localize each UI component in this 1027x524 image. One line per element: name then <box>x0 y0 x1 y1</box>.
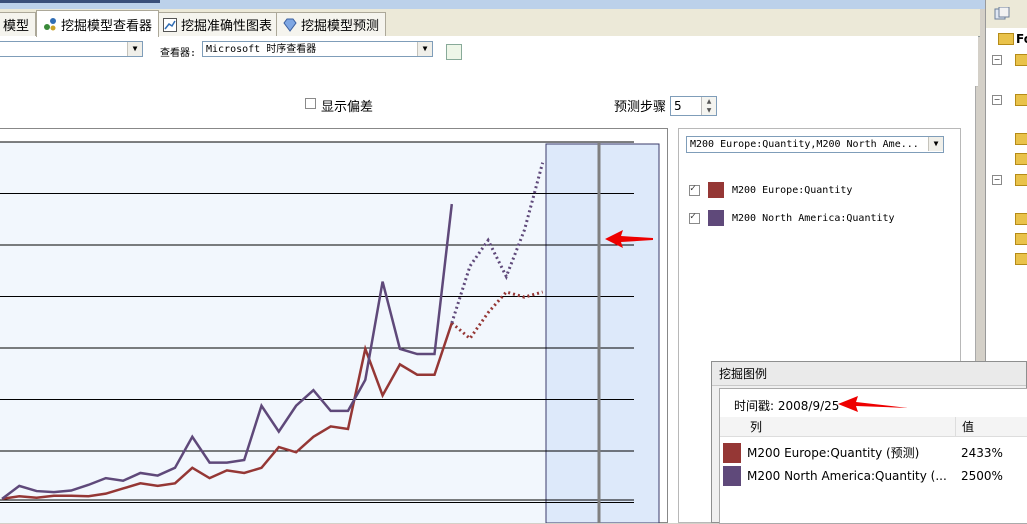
viewer-label: 查看器: <box>160 48 197 59</box>
folder-icon[interactable] <box>998 33 1014 45</box>
designer-tab-bar: 模型 挖掘模型查看器 挖掘准确性图表 挖掘模型预测 <box>0 9 980 37</box>
chevron-down-icon[interactable]: ▼ <box>127 42 142 56</box>
collapse-icon[interactable]: − <box>992 175 1002 185</box>
mining-legend-window[interactable]: 挖掘图例 时间戳: 2008/9/25 列 值 M200 Europe:Quan… <box>711 361 1027 524</box>
tab-label: 挖掘准确性图表 <box>181 19 273 34</box>
series-item-europe[interactable]: M200 Europe:Quantity <box>689 182 852 198</box>
show-deviation-label: 显示偏差 <box>321 100 374 115</box>
chevron-down-icon[interactable]: ▼ <box>417 42 432 56</box>
viewer-value: Microsoft 时序查看器 <box>206 44 317 55</box>
viewer-toolbar: ▼ 查看器: Microsoft 时序查看器 ▼ <box>0 36 978 87</box>
tab-label: 挖掘模型查看器 <box>61 18 153 34</box>
folder-icon[interactable] <box>1015 253 1027 265</box>
tree-root-label: Fo <box>1016 32 1027 46</box>
column-header-value[interactable]: 值 <box>955 417 1027 437</box>
legend-row[interactable]: M200 Europe:Quantity (预测) 2433% <box>720 442 1027 464</box>
series-europe-checkbox[interactable] <box>689 183 700 196</box>
properties-icon[interactable] <box>994 7 1010 21</box>
accuracy-chart-icon <box>163 17 177 32</box>
tab-mining-accuracy-chart[interactable]: 挖掘准确性图表 <box>156 12 280 36</box>
collapse-icon[interactable]: − <box>992 95 1002 105</box>
legend-row-swatch <box>723 443 741 463</box>
mining-model-viewer-icon <box>43 17 57 31</box>
series-na-swatch <box>708 210 724 226</box>
folder-icon[interactable] <box>1015 174 1027 186</box>
refresh-icon[interactable] <box>446 44 462 60</box>
column-header-col[interactable]: 列 <box>720 417 955 437</box>
mining-legend-title: 挖掘图例 <box>712 362 1026 386</box>
legend-row-label: M200 North America:Quantity (... <box>747 469 947 483</box>
tab-mining-model-viewer[interactable]: 挖掘模型查看器 <box>36 10 160 37</box>
title-strip-dark <box>0 0 160 3</box>
folder-icon[interactable] <box>1015 54 1027 66</box>
viewer-dropdown[interactable]: Microsoft 时序查看器 ▼ <box>202 41 433 57</box>
tab-label: 模型 <box>3 19 30 34</box>
series-na-checkbox[interactable] <box>689 211 700 224</box>
predict-steps-value: 5 <box>674 99 682 113</box>
folder-icon[interactable] <box>1015 213 1027 225</box>
collapse-icon[interactable]: − <box>992 55 1002 65</box>
window-title-strip <box>0 0 985 9</box>
legend-row-label: M200 Europe:Quantity (预测) <box>747 446 920 460</box>
series-na-label: M200 North America:Quantity <box>732 212 895 224</box>
folder-icon[interactable] <box>1015 233 1027 245</box>
legend-row-swatch <box>723 466 741 486</box>
predict-steps-label: 预测步骤 <box>614 100 667 115</box>
series-item-north-america[interactable]: M200 North America:Quantity <box>689 210 895 226</box>
forecast-region <box>545 143 660 523</box>
series-europe-label: M200 Europe:Quantity <box>732 184 853 196</box>
timestamp-label: 时间戳: 2008/9/25 <box>734 399 840 413</box>
time-series-chart[interactable] <box>0 128 668 523</box>
series-selector-value: M200 Europe:Quantity,M200 North Ame... <box>690 139 919 150</box>
annotation-arrow-chart <box>605 230 653 248</box>
diamond-icon <box>283 18 297 32</box>
tab-label: 挖掘模型预测 <box>301 19 380 34</box>
spinner-arrows-icon[interactable]: ▲ ▼ <box>701 97 716 115</box>
legend-row-value: 2433% <box>961 446 1003 460</box>
tree-toolbar <box>986 0 1027 28</box>
plot-area <box>0 142 634 523</box>
predict-steps-spinner[interactable]: 5 ▲ ▼ <box>670 96 717 116</box>
legend-row[interactable]: M200 North America:Quantity (... 2500% <box>720 465 1027 487</box>
mining-model-dropdown[interactable]: ▼ <box>0 41 143 57</box>
annotation-arrow-timestamp <box>838 396 908 412</box>
chart-controls-row: 显示偏差 预测步骤 <box>0 86 975 124</box>
folder-icon[interactable] <box>1015 133 1027 145</box>
tab-mining-models[interactable]: 模型 <box>0 12 37 36</box>
folder-icon[interactable] <box>1015 94 1027 106</box>
legend-row-value: 2500% <box>961 469 1003 483</box>
series-selector-dropdown[interactable]: M200 Europe:Quantity,M200 North Ame... ▼ <box>686 136 944 153</box>
show-deviation-checkbox[interactable] <box>305 98 316 109</box>
chevron-down-icon[interactable]: ▼ <box>928 137 943 151</box>
series-europe-swatch <box>708 182 724 198</box>
tab-mining-model-prediction[interactable]: 挖掘模型预测 <box>276 12 387 36</box>
folder-icon[interactable] <box>1015 153 1027 165</box>
